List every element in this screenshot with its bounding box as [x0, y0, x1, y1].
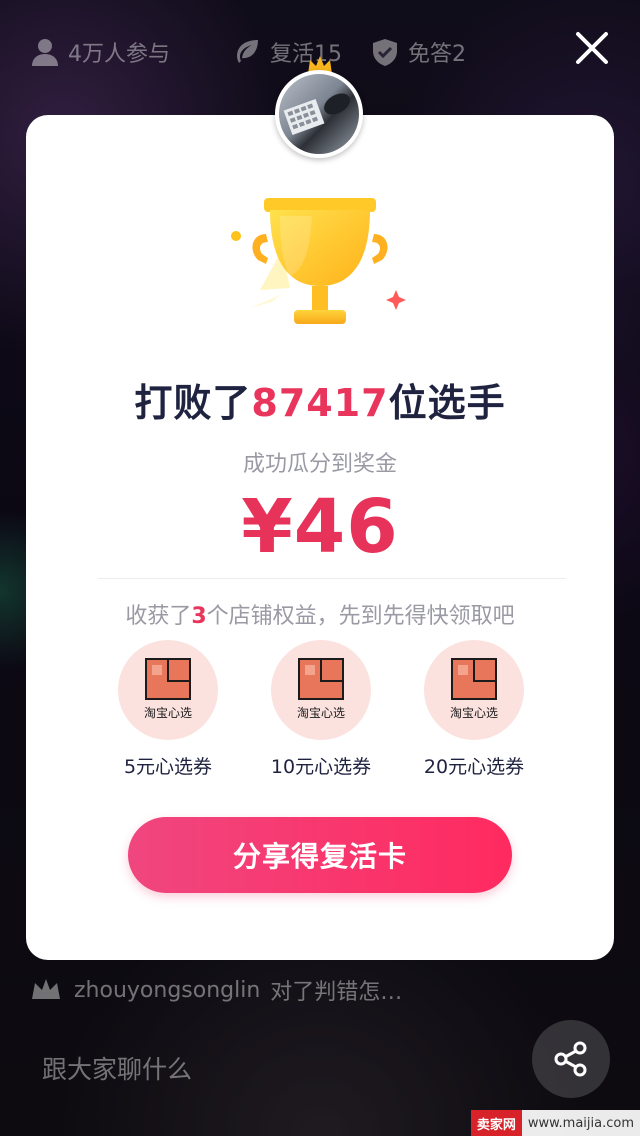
close-button[interactable] [572, 28, 612, 68]
share-icon [554, 1041, 587, 1077]
exempt-stat: 免答2 [370, 34, 466, 70]
prize-amount: ¥46 [241, 484, 399, 570]
svg-text:淘宝心选: 淘宝心选 [450, 706, 498, 720]
trophy-icon [220, 190, 420, 350]
avatar [275, 70, 363, 158]
coupon-label: 5元心选券 [123, 756, 213, 778]
shield-check-icon [370, 37, 400, 67]
leaf-icon [232, 37, 262, 67]
benefits-text: 收获了3个店铺权益，先到先得快领取吧 [0, 598, 640, 630]
site-watermark: 卖家网 www.maijia.com [470, 1110, 640, 1136]
person-icon [30, 37, 60, 67]
defeated-count: 87417 [251, 381, 389, 425]
watermark-logo: 卖家网 [470, 1110, 522, 1136]
participants-count: 4万人参与 [68, 42, 170, 67]
benefits-count: 3 [191, 604, 207, 629]
coupon-item[interactable]: 淘宝心选 10元心选券 [241, 640, 401, 790]
headline-suffix: 位选手 [388, 381, 506, 425]
divider [98, 578, 566, 579]
coupon-item[interactable]: 淘宝心选 5元心选券 [88, 640, 248, 790]
coupon-item[interactable]: 淘宝心选 20元心选券 [394, 640, 554, 790]
coupon-logo-circle: 淘宝心选 [424, 640, 524, 740]
svg-text:淘宝心选: 淘宝心选 [297, 706, 345, 720]
comment-text: 对了判错怎… [270, 980, 403, 1005]
benefits-prefix: 收获了 [125, 604, 192, 629]
chat-input[interactable]: 跟大家聊什么 [42, 1046, 192, 1090]
prize-subtitle: 成功瓜分到奖金 [242, 452, 397, 477]
coupon-label: 10元心选券 [270, 756, 372, 778]
defeated-headline: 打败了87417位选手 [0, 372, 640, 427]
benefits-suffix: 个店铺权益，先到先得快领取吧 [206, 604, 515, 629]
comment-username: zhouyongsonglin [74, 977, 261, 1003]
headline-prefix: 打败了 [134, 381, 252, 425]
close-icon [576, 32, 608, 64]
watermark-url: www.maijia.com [527, 1115, 634, 1131]
taobao-xinxuan-logo-icon: 淘宝心选 [450, 658, 498, 720]
crown-icon [30, 977, 62, 1003]
winner-avatar-group [275, 54, 365, 158]
coupon-label: 20元心选券 [423, 756, 525, 778]
coupon-logo-circle: 淘宝心选 [271, 640, 371, 740]
exempt-count: 免答2 [408, 42, 466, 67]
share-button[interactable] [532, 1020, 610, 1098]
live-comment: zhouyongsonglin 对了判错怎… [30, 970, 590, 1010]
coupon-logo-circle: 淘宝心选 [118, 640, 218, 740]
taobao-xinxuan-logo-icon: 淘宝心选 [297, 658, 345, 720]
share-revive-card-button[interactable]: 分享得复活卡 [128, 817, 512, 893]
participants-stat: 4万人参与 [30, 34, 170, 70]
taobao-xinxuan-logo-icon: 淘宝心选 [144, 658, 192, 720]
svg-text:淘宝心选: 淘宝心选 [144, 706, 192, 720]
